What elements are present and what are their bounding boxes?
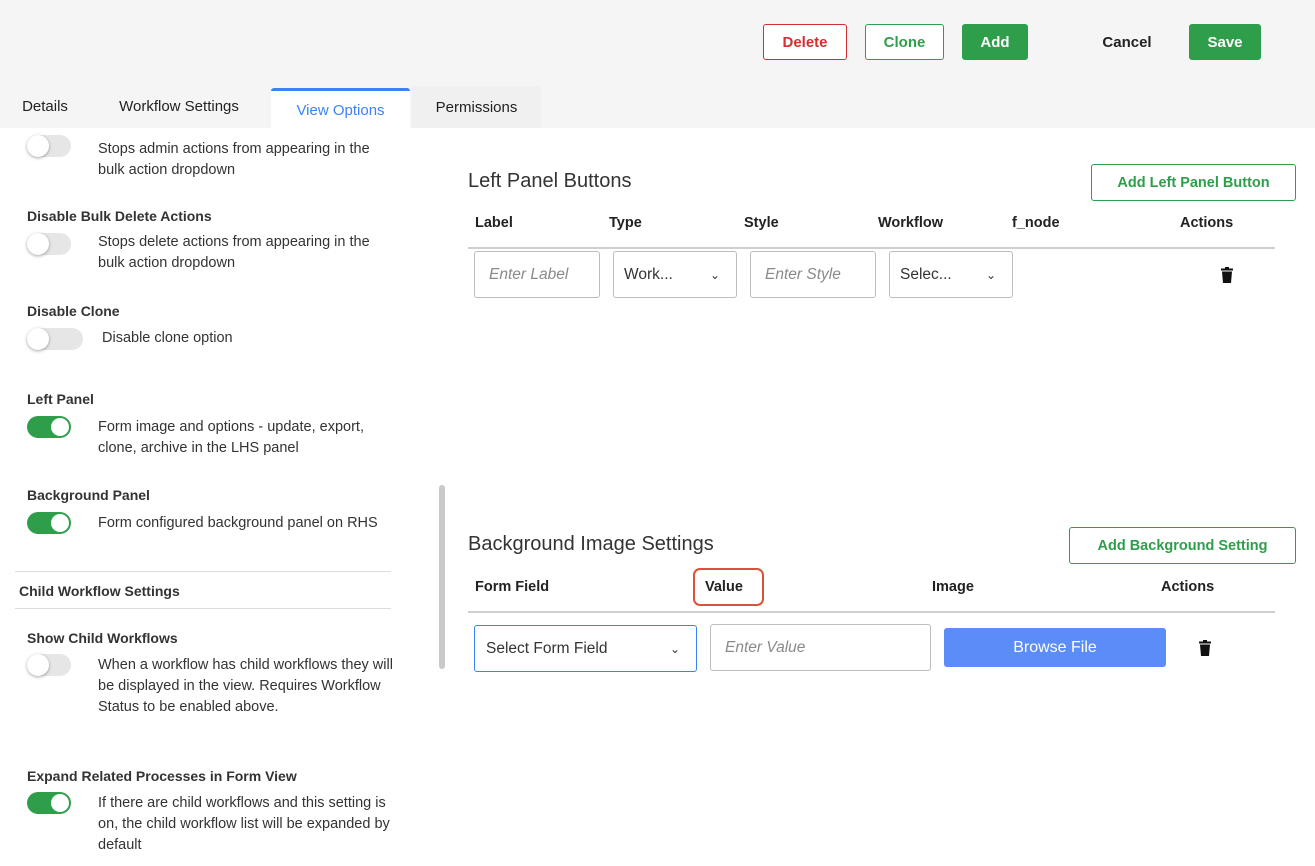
- column-header: Actions: [1180, 215, 1234, 231]
- setting-description: Disable clone option: [102, 330, 233, 346]
- admin-actions-toggle[interactable]: [27, 135, 71, 157]
- tab-workflow-settings[interactable]: Workflow Settings: [94, 86, 264, 126]
- column-header: Style: [744, 215, 779, 231]
- setting-title: Disable Clone: [27, 303, 120, 319]
- chevron-down-icon: ⌄: [985, 267, 996, 282]
- value-input[interactable]: Enter Value: [710, 624, 931, 671]
- style-input[interactable]: Enter Style: [750, 251, 876, 298]
- setting-description: Form image and options - update, export,…: [98, 419, 364, 456]
- trash-icon[interactable]: [1220, 267, 1234, 283]
- column-header: Image: [932, 579, 974, 595]
- tab-view-options[interactable]: View Options: [271, 88, 410, 128]
- tab-label: Permissions: [435, 98, 518, 116]
- setting-title: Show Child Workflows: [27, 630, 178, 646]
- divider: [15, 608, 391, 609]
- add-left-panel-button[interactable]: Add Left Panel Button: [1091, 164, 1296, 201]
- column-header: Form Field: [475, 579, 550, 595]
- column-header: Label: [475, 215, 513, 231]
- setting-description: Form configured background panel on RHS: [98, 515, 378, 531]
- background-panel-toggle[interactable]: [27, 512, 71, 534]
- table-divider: [468, 247, 1275, 249]
- background-settings-title: Background Image Settings: [468, 533, 714, 555]
- disable-clone-toggle[interactable]: [27, 328, 83, 350]
- expand-related-toggle[interactable]: [27, 792, 71, 814]
- trash-icon[interactable]: [1198, 640, 1212, 656]
- label-input[interactable]: Enter Label: [474, 251, 600, 298]
- tab-details[interactable]: Details: [8, 86, 82, 126]
- column-header: f_node: [1012, 215, 1060, 231]
- show-child-workflows-toggle[interactable]: [27, 654, 71, 676]
- setting-title: Left Panel: [27, 391, 94, 407]
- cancel-button[interactable]: Cancel: [1096, 24, 1158, 60]
- type-select[interactable]: Work... ⌄: [613, 251, 737, 298]
- tab-label: Workflow Settings: [119, 97, 239, 115]
- save-button[interactable]: Save: [1189, 24, 1261, 60]
- chevron-down-icon: ⌄: [709, 267, 720, 282]
- left-panel-buttons-title: Left Panel Buttons: [468, 170, 632, 192]
- setting-title: Background Panel: [27, 487, 150, 503]
- setting-title: Expand Related Processes in Form View: [27, 768, 297, 784]
- form-field-select[interactable]: Select Form Field ⌄: [474, 625, 697, 672]
- select-value: Select Form Field: [486, 639, 608, 657]
- tab-label: View Options: [296, 102, 385, 119]
- chevron-down-icon: ⌄: [669, 641, 680, 656]
- column-header: Workflow: [878, 215, 943, 231]
- setting-description: If there are child workflows and this se…: [98, 795, 390, 853]
- tab-label: Details: [22, 97, 68, 115]
- section-title: Child Workflow Settings: [19, 583, 180, 599]
- add-button[interactable]: Add: [962, 24, 1028, 60]
- select-value: Work...: [624, 265, 673, 283]
- settings-panel: Stops admin actions from appearing in th…: [0, 128, 418, 866]
- clone-button[interactable]: Clone: [865, 24, 944, 60]
- workflow-select[interactable]: Selec... ⌄: [889, 251, 1013, 298]
- top-bar: Delete Clone Add Cancel Save Details Wor…: [0, 0, 1315, 128]
- setting-description: Stops admin actions from appearing in th…: [98, 141, 370, 178]
- scrollbar[interactable]: [439, 485, 445, 669]
- table-divider: [468, 611, 1275, 613]
- divider: [15, 571, 391, 572]
- setting-description: When a workflow has child workflows they…: [98, 657, 393, 715]
- left-panel-toggle[interactable]: [27, 416, 71, 438]
- browse-file-button[interactable]: Browse File: [944, 628, 1166, 667]
- select-value: Selec...: [900, 265, 952, 283]
- value-column-highlight: [693, 568, 764, 606]
- column-header: Actions: [1161, 579, 1215, 595]
- bulk-delete-toggle[interactable]: [27, 233, 71, 255]
- column-header: Type: [609, 215, 642, 231]
- setting-description: Stops delete actions from appearing in t…: [98, 234, 370, 271]
- delete-button[interactable]: Delete: [763, 24, 847, 60]
- tab-permissions[interactable]: Permissions: [412, 86, 541, 128]
- setting-title: Disable Bulk Delete Actions: [27, 208, 212, 224]
- add-background-setting-button[interactable]: Add Background Setting: [1069, 527, 1296, 564]
